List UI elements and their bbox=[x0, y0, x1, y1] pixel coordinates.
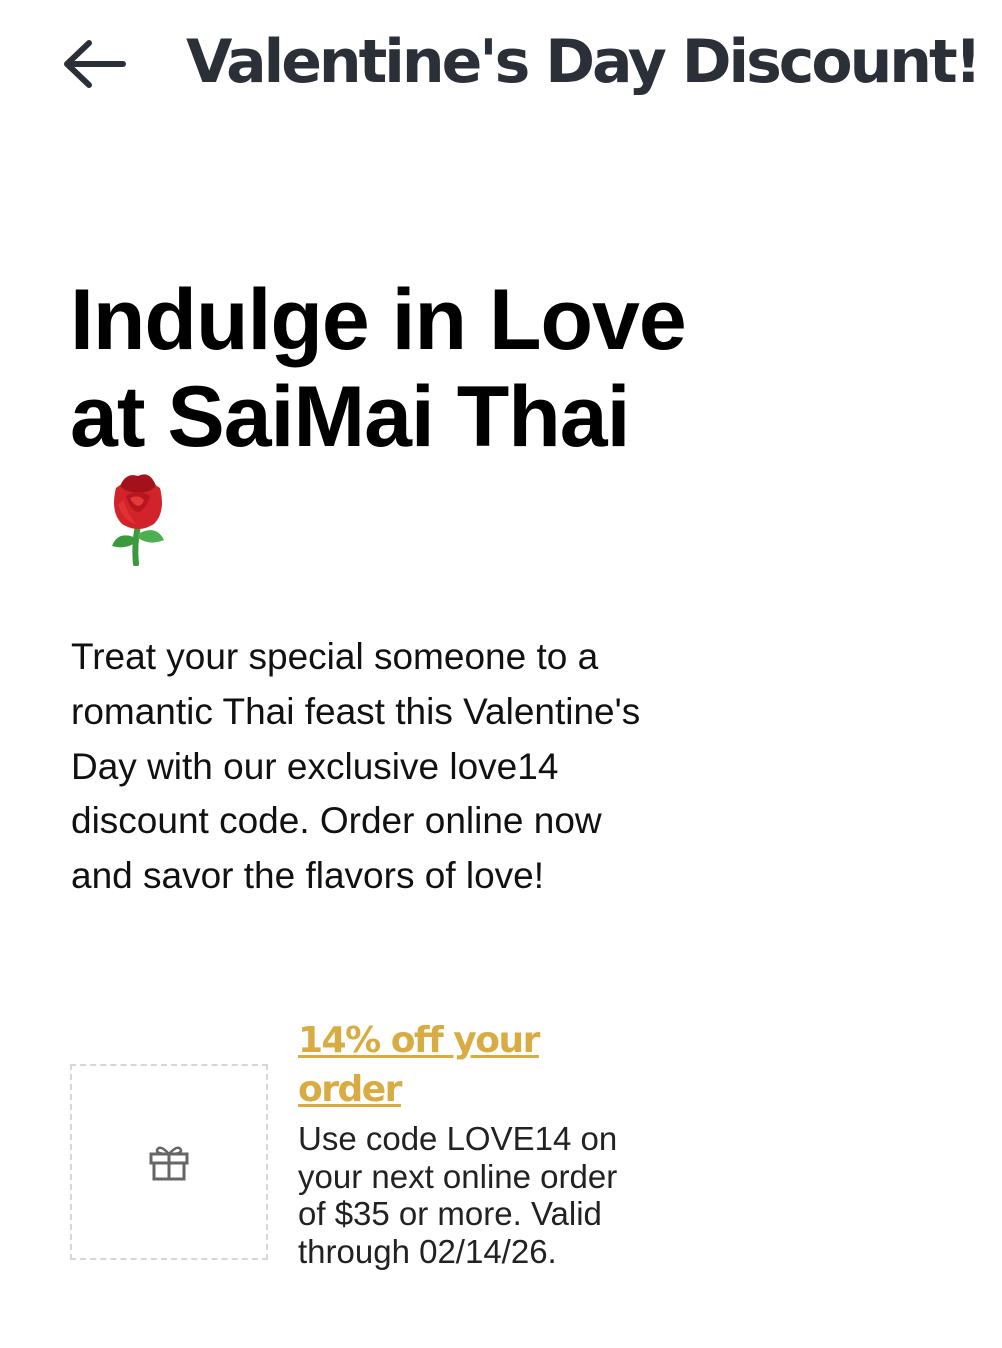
offer-description: Use code LOVE14 on your next online orde… bbox=[298, 1120, 618, 1270]
app-header: Valentine's Day Discount! bbox=[0, 0, 1002, 130]
back-button[interactable] bbox=[56, 26, 132, 102]
page-title: Valentine's Day Discount! bbox=[186, 27, 982, 97]
promo-description: Treat your special someone to a romantic… bbox=[71, 636, 641, 897]
promo-headline: Indulge in Love at SaiMai Thai bbox=[70, 272, 710, 566]
rose-icon bbox=[112, 474, 164, 566]
offer-image-placeholder bbox=[70, 1064, 268, 1260]
promo-headline-text: Indulge in Love at SaiMai Thai bbox=[70, 272, 687, 465]
arrow-left-icon bbox=[64, 40, 126, 88]
offer-title-link[interactable]: 14% off your order bbox=[298, 1016, 618, 1114]
offer-card[interactable]: 14% off your order Use code LOVE14 on yo… bbox=[70, 1014, 690, 1314]
gift-icon bbox=[149, 1146, 189, 1181]
